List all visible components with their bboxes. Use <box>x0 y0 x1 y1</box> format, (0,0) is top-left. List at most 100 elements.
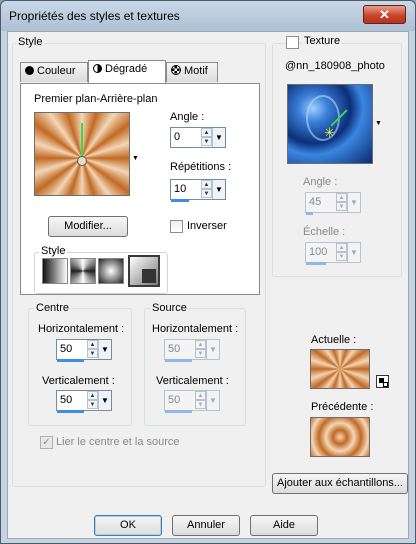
help-button-label: Aide <box>272 519 296 531</box>
texture-angle-level-bar <box>306 212 313 215</box>
current-swatch[interactable] <box>310 349 370 389</box>
linear-style-button[interactable] <box>42 258 68 284</box>
repeats-label: Répétitions : <box>170 161 232 173</box>
repeats-value: 10 <box>174 183 187 195</box>
close-icon: ✕ <box>379 7 390 22</box>
tab-degrade-label: Dégradé <box>105 63 148 75</box>
swap-icon[interactable] <box>376 375 389 388</box>
angle-arrows[interactable]: ▲ ▼ <box>201 128 212 147</box>
texture-angle-value: 45 <box>309 196 322 208</box>
sunburst-style-button[interactable] <box>128 255 160 287</box>
source-h-dropdown: ▼ <box>206 340 219 359</box>
repeats-spinner[interactable]: 10 ▲ ▼ ▼ <box>170 179 226 200</box>
centre-h-value: 50 <box>60 343 73 355</box>
gradient-angle-handle[interactable] <box>81 123 83 160</box>
gradient-preview[interactable] <box>34 112 130 196</box>
sunburst-style-swatch <box>142 269 156 283</box>
title-bar[interactable]: Propriétés des styles et textures ✕ <box>1 1 415 31</box>
tab-couleur-label: Couleur <box>37 65 76 77</box>
modify-button-label: Modifier... <box>64 220 112 232</box>
centre-h-spinner[interactable]: 50 ▲ ▼ ▼ <box>56 339 112 360</box>
texture-scale-level-bar <box>306 262 326 265</box>
invert-checkbox[interactable] <box>170 220 183 233</box>
centre-h-dropdown[interactable]: ▼ <box>98 340 111 359</box>
source-v-spinner[interactable]: 50 ▲ ▼ ▼ <box>164 390 220 411</box>
source-h-value: 50 <box>168 343 181 355</box>
texture-center-marker[interactable]: ✳ <box>324 125 335 141</box>
add-to-swatches-button[interactable]: Ajouter aux échantillons... <box>272 473 408 494</box>
source-v-value: 50 <box>168 394 181 406</box>
centre-label: Centre <box>34 302 72 314</box>
cancel-button-label: Annuler <box>187 519 225 531</box>
help-button[interactable]: Aide <box>250 515 318 536</box>
link-checkbox[interactable]: ✓ <box>40 436 53 449</box>
previous-swatch[interactable] <box>310 417 370 457</box>
source-v-arrows: ▲ ▼ <box>195 391 206 410</box>
texture-name: @nn_180908_photo <box>285 60 385 72</box>
angle-spinner[interactable]: 0 ▲ ▼ ▼ <box>170 127 226 148</box>
centre-v-dropdown[interactable]: ▼ <box>98 391 111 410</box>
dialog-window: Propriétés des styles et textures ✕ Styl… <box>0 0 416 544</box>
texture-angle-dropdown: ▼ <box>347 193 360 212</box>
ok-button[interactable]: OK <box>94 515 162 536</box>
previous-label: Précédente : <box>311 401 374 413</box>
dialog-body: Style Couleur Dégradé Motif Premier plan… <box>7 31 409 539</box>
texture-angle-label: Angle : <box>303 176 338 188</box>
circle-icon <box>25 66 34 75</box>
pattern-icon <box>171 65 181 75</box>
rectangular-style-button[interactable] <box>70 258 96 284</box>
centre-v-spinner[interactable]: 50 ▲ ▼ ▼ <box>56 390 112 411</box>
style-group-label: Style <box>16 36 45 48</box>
swap-icon-bg <box>383 382 388 387</box>
tab-degrade[interactable]: Dégradé <box>88 60 166 83</box>
source-label: Source <box>150 302 189 314</box>
source-h-label: Horizontalement : <box>152 323 239 335</box>
source-h-arrows: ▲ ▼ <box>195 340 206 359</box>
invert-label: Inverser <box>187 220 227 232</box>
source-v-dropdown: ▼ <box>206 391 219 410</box>
radial-style-button[interactable] <box>98 258 124 284</box>
centre-h-label: Horizontalement : <box>38 323 125 335</box>
source-h-spinner[interactable]: 50 ▲ ▼ ▼ <box>164 339 220 360</box>
centre-v-value: 50 <box>60 394 73 406</box>
source-h-level-bar <box>165 359 192 362</box>
texture-dropdown-arrow[interactable]: ▼ <box>375 120 382 127</box>
tab-couleur[interactable]: Couleur <box>20 62 88 82</box>
centre-v-level-bar <box>57 410 84 413</box>
texture-scale-dropdown: ▼ <box>347 243 360 262</box>
modify-button[interactable]: Modifier... <box>48 216 128 237</box>
current-label: Actuelle : <box>311 334 357 346</box>
centre-h-arrows[interactable]: ▲ ▼ <box>87 340 98 359</box>
centre-v-arrows[interactable]: ▲ ▼ <box>87 391 98 410</box>
add-to-swatches-label: Ajouter aux échantillons... <box>277 477 403 489</box>
cancel-button[interactable]: Annuler <box>172 515 240 536</box>
repeats-level-bar <box>171 199 189 202</box>
texture-scale-spinner[interactable]: 100 ▲ ▼ ▼ <box>305 242 361 263</box>
centre-h-level-bar <box>57 359 84 362</box>
repeats-dropdown[interactable]: ▼ <box>212 180 225 199</box>
texture-angle-spinner[interactable]: 45 ▲ ▼ ▼ <box>305 192 361 213</box>
half-circle-icon <box>93 64 102 73</box>
texture-checkbox[interactable] <box>286 36 299 49</box>
source-v-level-bar <box>165 410 192 413</box>
angle-value: 0 <box>174 131 181 143</box>
angle-dropdown[interactable]: ▼ <box>212 128 225 147</box>
window-title: Propriétés des styles et textures <box>9 9 180 23</box>
angle-label: Angle : <box>170 111 205 123</box>
texture-scale-label: Échelle : <box>303 226 346 238</box>
centre-v-label: Verticalement : <box>42 375 115 387</box>
tab-motif[interactable]: Motif <box>166 62 218 82</box>
ok-button-label: OK <box>120 519 136 531</box>
tab-motif-label: Motif <box>184 65 208 77</box>
repeats-arrows[interactable]: ▲ ▼ <box>201 180 212 199</box>
style-selector-label: Style <box>39 245 68 257</box>
tab-strip: Couleur Dégradé Motif <box>20 60 260 84</box>
texture-scale-value: 100 <box>309 246 328 258</box>
texture-label: Texture <box>302 35 343 47</box>
close-button[interactable]: ✕ <box>363 5 406 24</box>
gradient-center-marker[interactable] <box>77 156 87 166</box>
texture-preview[interactable]: ✳ <box>287 84 373 164</box>
texture-angle-arrows: ▲ ▼ <box>336 193 347 212</box>
link-label: Lier le centre et la source <box>56 436 180 448</box>
gradient-dropdown-arrow[interactable]: ▼ <box>132 155 139 162</box>
